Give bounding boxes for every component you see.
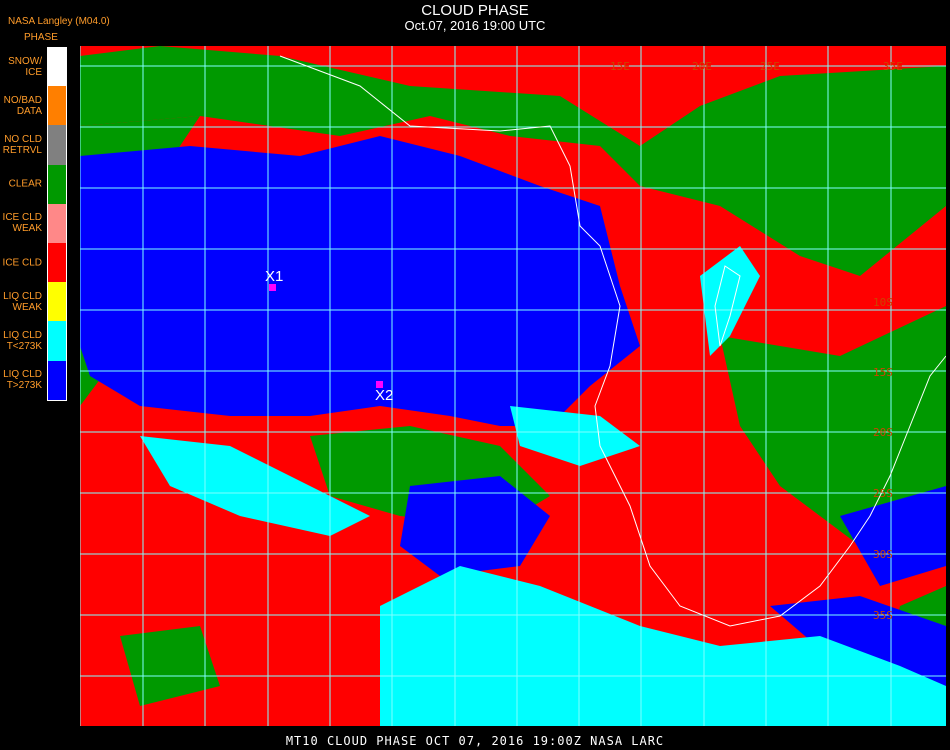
longitude-label: 25E xyxy=(760,60,780,73)
legend-swatch xyxy=(48,164,66,204)
latitude-label: 15S xyxy=(873,366,893,379)
legend-swatch xyxy=(48,282,66,322)
legend-title: PHASE xyxy=(24,32,58,43)
longitude-label: 15E xyxy=(610,60,630,73)
legend-item-no-bad-data: NO/BAD DATA xyxy=(0,86,66,126)
legend-label: CLEAR xyxy=(8,178,42,190)
legend-label: NO CLD RETRVL xyxy=(2,133,42,156)
product-timestamp: Oct.07, 2016 19:00 UTC xyxy=(404,18,546,33)
legend-label: LIQ CLD WEAK xyxy=(3,290,42,313)
cloud-phase-map[interactable]: 15E 20E 25E 35E 10S 15S 20S 25S 30S 35S xyxy=(80,46,946,726)
legend-swatch xyxy=(48,125,66,165)
legend-label: ICE CLD xyxy=(2,257,42,269)
legend-swatch xyxy=(48,360,66,400)
legend-item-ice-cld-weak: ICE CLD WEAK xyxy=(0,203,66,243)
marker-x1 xyxy=(269,284,276,291)
legend-item-no-cld-retrvl: NO CLD RETRVL xyxy=(0,125,66,165)
legend-swatch xyxy=(48,203,66,243)
legend-label: NO/BAD DATA xyxy=(3,94,42,117)
legend-item-ice-cld: ICE CLD xyxy=(0,242,66,283)
legend-label: LIQ CLD T>273K xyxy=(3,369,42,392)
legend-label: LIQ CLD T<273K xyxy=(3,329,42,352)
marker-x1-label: X1 xyxy=(265,268,284,285)
latitude-label: 10S xyxy=(873,296,893,309)
source-label: NASA Langley (M04.0) xyxy=(8,16,110,27)
legend-swatch xyxy=(48,86,66,126)
marker-x2-label: X2 xyxy=(375,387,394,404)
phase-legend: SNOW/ ICE NO/BAD DATA NO CLD RETRVL CLEA… xyxy=(0,47,66,400)
legend-label: ICE CLD WEAK xyxy=(2,212,42,235)
legend-swatch xyxy=(48,242,66,283)
latitude-label: 30S xyxy=(873,548,893,561)
latitude-label: 25S xyxy=(873,487,893,500)
legend-swatch xyxy=(48,47,66,87)
longitude-label: 20E xyxy=(692,60,712,73)
latitude-label: 35S xyxy=(873,609,893,622)
legend-item-liq-cld-warm: LIQ CLD T>273K xyxy=(0,360,66,400)
satellite-image-view: CLOUD PHASE Oct.07, 2016 19:00 UTC NASA … xyxy=(0,0,950,750)
legend-item-liq-cld-cold: LIQ CLD T<273K xyxy=(0,321,66,361)
legend-item-clear: CLEAR xyxy=(0,164,66,204)
longitude-label: 35E xyxy=(883,60,903,73)
marker-x2 xyxy=(376,381,383,388)
legend-label: SNOW/ ICE xyxy=(8,55,42,78)
legend-item-snow-ice: SNOW/ ICE xyxy=(0,47,66,87)
legend-item-liq-cld-weak: LIQ CLD WEAK xyxy=(0,282,66,322)
product-title: CLOUD PHASE xyxy=(421,2,529,19)
legend-swatch xyxy=(48,321,66,361)
latitude-label: 20S xyxy=(873,426,893,439)
footer-caption: MT10 CLOUD PHASE OCT 07, 2016 19:00Z NAS… xyxy=(285,734,665,748)
